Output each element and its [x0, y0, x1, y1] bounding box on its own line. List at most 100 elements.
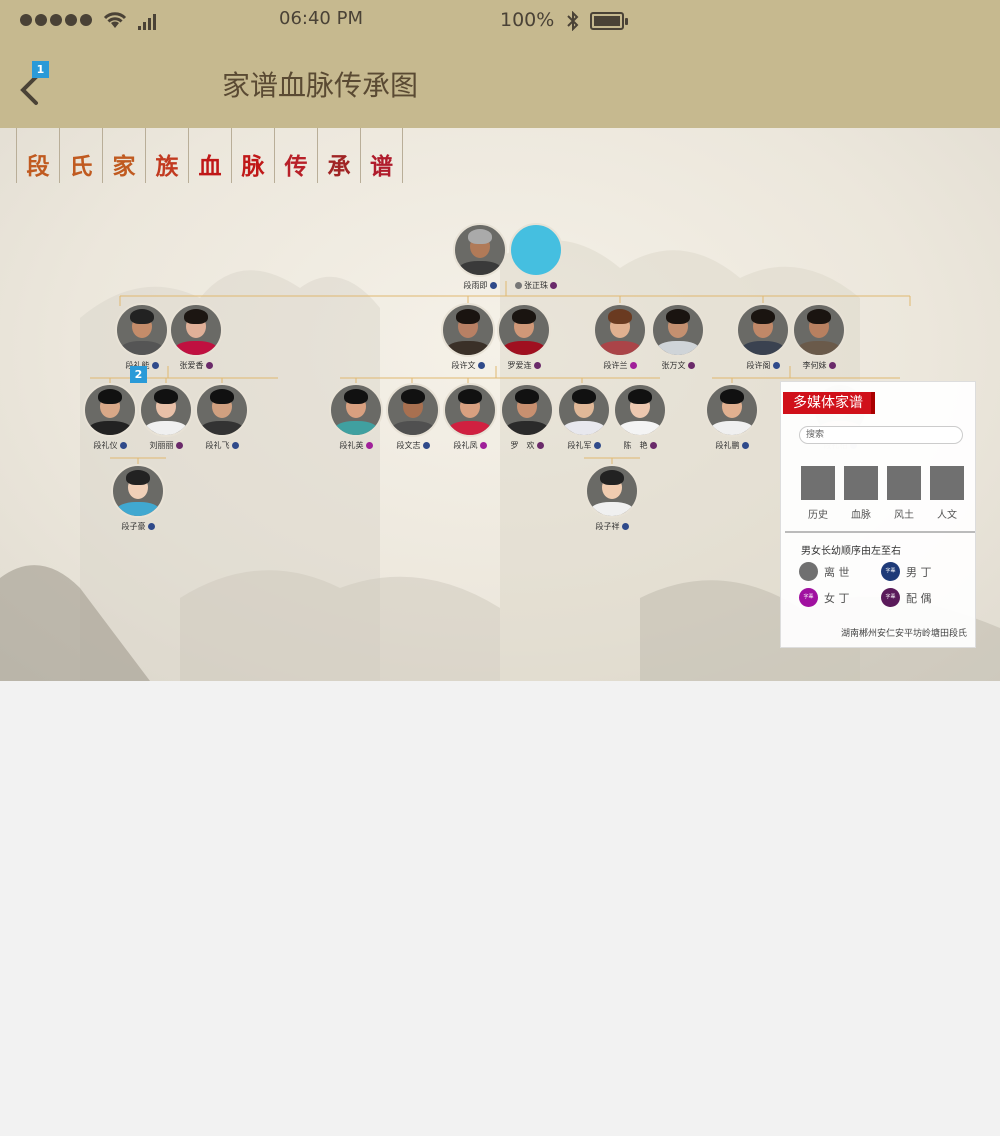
person-name-text: 罗 欢 — [510, 441, 535, 450]
person-name-text: 罗爱连 — [507, 361, 532, 370]
person-name-text: 段子祥 — [595, 522, 620, 531]
person-node[interactable]: 张爱香 — [166, 303, 226, 371]
person-node[interactable]: 张万文 — [648, 303, 708, 371]
person-node[interactable]: 陈 艳 — [610, 383, 670, 451]
multimedia-panel: 多媒体家谱 搜索 历史 血脉 风土 人文 男女长幼顺序由左至右 离 世字辈男 丁… — [780, 381, 976, 648]
category-list: 历史 血脉 风土 人文 — [801, 466, 964, 521]
search-input[interactable]: 搜索 — [799, 426, 963, 444]
avatar — [453, 223, 507, 277]
avatar — [509, 223, 563, 277]
heading-char: 氏 — [59, 128, 102, 183]
avatar — [386, 383, 440, 437]
person-node[interactable]: 段礼英 — [326, 383, 386, 451]
heading-char: 段 — [16, 128, 59, 183]
person-node[interactable]: 段子祥 — [582, 464, 642, 532]
person-node[interactable]: 刘丽丽 — [136, 383, 196, 451]
person-node[interactable]: 段礼仪 — [80, 383, 140, 451]
person-name: 段文志 — [383, 440, 443, 451]
avatar — [441, 303, 495, 357]
gender-mark — [119, 442, 127, 449]
person-node[interactable]: 罗 欢 — [497, 383, 557, 451]
category-label: 风土 — [894, 510, 914, 521]
legend-swatch — [799, 562, 818, 581]
person-name: 段许阁 — [733, 360, 793, 371]
person-name: 段礼英 — [326, 440, 386, 451]
gender-mark — [828, 362, 836, 369]
person-node[interactable]: 段文志 — [383, 383, 443, 451]
avatar — [115, 303, 169, 357]
avatar — [736, 303, 790, 357]
family-tree-image: 段氏家族血脉传承谱 段雨即张正珠段礼能张爱香 段许文罗爱连 段许兰张万文段许阁李何妹… — [0, 128, 1000, 681]
gender-mark — [741, 442, 749, 449]
heading-char: 谱 — [360, 128, 403, 183]
gender-mark — [536, 442, 544, 449]
history-icon — [801, 466, 835, 500]
person-name: 段礼鹏 — [702, 440, 762, 451]
heading-char: 家 — [102, 128, 145, 183]
person-name: 段雨即 — [450, 280, 510, 291]
status-time: 06:40 PM — [279, 8, 363, 29]
avatar — [443, 383, 497, 437]
person-name: 段许文 — [438, 360, 498, 371]
person-name-text: 段礼英 — [339, 441, 364, 450]
category-customs[interactable]: 风土 — [887, 466, 921, 521]
person-node[interactable]: 段许文 — [438, 303, 498, 371]
person-name: 陈 艳 — [610, 440, 670, 451]
person-node[interactable]: 段礼凤 — [440, 383, 500, 451]
status-bar: 06:40 PM 100% — [0, 0, 1000, 42]
person-name: 段礼军 — [554, 440, 614, 451]
avatar — [497, 303, 551, 357]
legend-swatch: 字辈 — [799, 588, 818, 607]
person-node[interactable]: 段许阁 — [733, 303, 793, 371]
category-history[interactable]: 历史 — [801, 466, 835, 521]
gender-mark — [629, 362, 637, 369]
person-name-text: 段文志 — [396, 441, 421, 450]
legend-item: 离 世 — [799, 562, 850, 581]
gender-mark — [621, 523, 629, 530]
page-title: 家谱血脉传承图 — [222, 69, 419, 102]
person-node[interactable]: 段礼鹏 — [702, 383, 762, 451]
culture-icon — [930, 466, 964, 500]
avatar — [83, 383, 137, 437]
person-name-text: 段礼军 — [567, 441, 592, 450]
gender-mark — [147, 523, 155, 530]
person-node[interactable]: 罗爱连 — [494, 303, 554, 371]
bluetooth-icon — [567, 11, 579, 31]
person-node[interactable]: 段礼军 — [554, 383, 614, 451]
person-node[interactable]: 段子豪 — [108, 464, 168, 532]
person-node[interactable]: 段雨即 — [450, 223, 510, 291]
person-node[interactable]: 段礼飞 — [192, 383, 252, 451]
gender-mark — [489, 282, 497, 289]
avatar — [792, 303, 846, 357]
person-name: 张爱香 — [166, 360, 226, 371]
avatar — [557, 383, 611, 437]
gender-mark — [533, 362, 541, 369]
avatar — [500, 383, 554, 437]
person-node[interactable]: 张正珠 — [506, 223, 566, 291]
person-node[interactable]: 李何妹 — [789, 303, 849, 371]
gender-mark — [772, 362, 780, 369]
signal-dots — [20, 14, 92, 26]
person-name: 段礼仪 — [80, 440, 140, 451]
top-bar: 06:40 PM 100% 1 家谱血脉传承图 — [0, 0, 1000, 128]
gender-mark — [205, 362, 213, 369]
gender-mark — [231, 442, 239, 449]
avatar — [705, 383, 759, 437]
legend-title: 男女长幼顺序由左至右 — [801, 546, 901, 557]
tree-heading: 段氏家族血脉传承谱 — [16, 128, 403, 183]
person-name-text: 陈 艳 — [623, 441, 648, 450]
gender-mark — [479, 442, 487, 449]
category-label: 血脉 — [851, 510, 871, 521]
legend-swatch: 字辈 — [881, 588, 900, 607]
legend-item: 字辈男 丁 — [881, 562, 932, 581]
avatar — [169, 303, 223, 357]
legend-label: 男 丁 — [906, 565, 932, 579]
cellular-icon — [138, 14, 156, 30]
category-culture[interactable]: 人文 — [930, 466, 964, 521]
person-node[interactable]: 段礼能 — [112, 303, 172, 371]
person-node[interactable]: 段许兰 — [590, 303, 650, 371]
gender-mark — [175, 442, 183, 449]
category-lineage[interactable]: 血脉 — [844, 466, 878, 521]
person-name: 段子祥 — [582, 521, 642, 532]
legend-item: 字辈配 偶 — [881, 588, 932, 607]
